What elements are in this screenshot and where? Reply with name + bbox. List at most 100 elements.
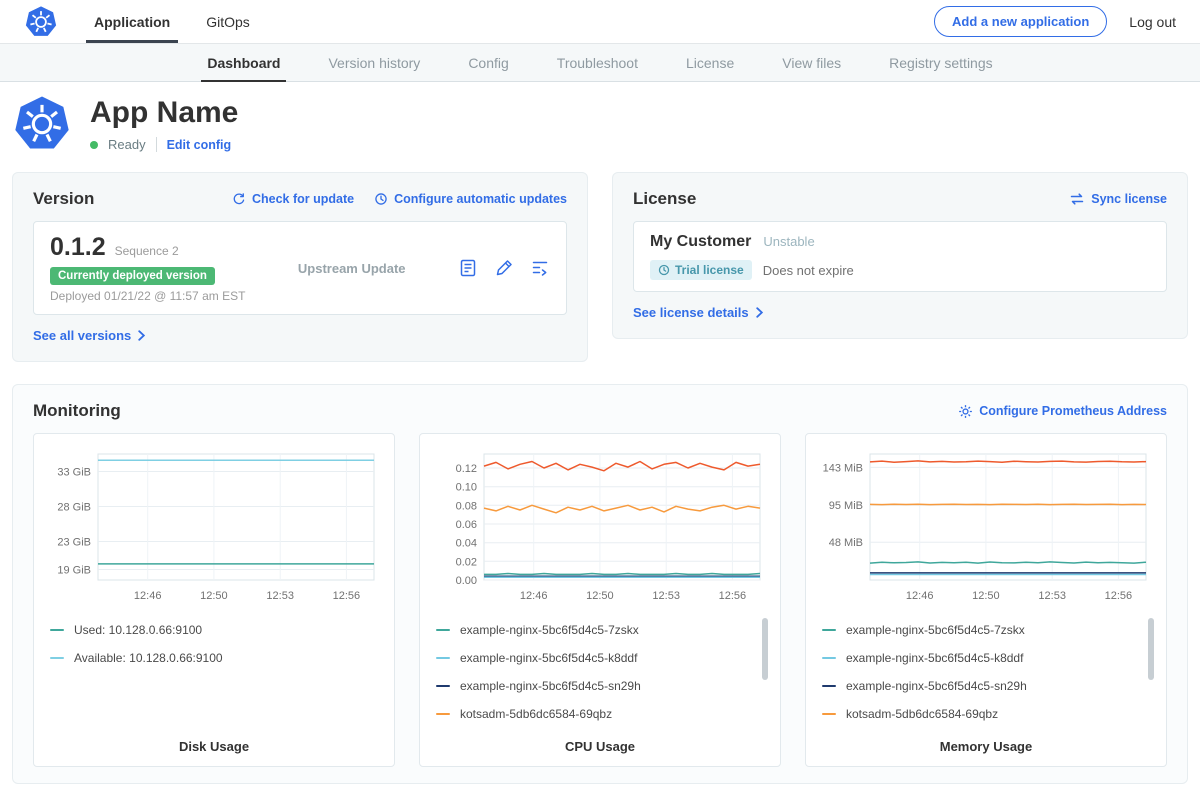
svg-text:19 GiB: 19 GiB — [57, 565, 91, 577]
topnav-tabs: Application GitOps — [76, 0, 268, 43]
configure-prometheus-label: Configure Prometheus Address — [979, 404, 1167, 418]
tab-registry-settings[interactable]: Registry settings — [865, 44, 1016, 81]
chevron-right-icon — [138, 330, 145, 341]
nav-tab-application[interactable]: Application — [76, 0, 188, 43]
sync-license-label: Sync license — [1091, 192, 1167, 206]
license-type-label: Trial license — [675, 263, 744, 277]
logout-link[interactable]: Log out — [1129, 14, 1176, 30]
legend-color-dash — [436, 713, 450, 715]
svg-text:95 MiB: 95 MiB — [829, 500, 863, 512]
see-all-versions-label: See all versions — [33, 328, 131, 343]
memory-usage-chart: 143 MiB95 MiB48 MiB12:4612:5012:5312:56 — [818, 446, 1154, 606]
cpu-usage-chart: 0.120.100.080.060.040.020.0012:4612:5012… — [432, 446, 768, 606]
svg-text:0.06: 0.06 — [456, 519, 477, 531]
see-all-versions-link[interactable]: See all versions — [33, 328, 145, 343]
sync-license-link[interactable]: Sync license — [1069, 192, 1167, 206]
add-application-button[interactable]: Add a new application — [934, 6, 1107, 37]
legend-label: example-nginx-5bc6f5d4c5-k8ddf — [846, 651, 1023, 665]
svg-text:12:46: 12:46 — [520, 590, 548, 602]
release-notes-icon[interactable] — [458, 258, 478, 278]
legend-item: example-nginx-5bc6f5d4c5-k8ddf — [822, 644, 1150, 672]
legend-label: Used: 10.128.0.66:9100 — [74, 623, 202, 637]
legend-item: example-nginx-5bc6f5d4c5-sn29h — [822, 672, 1150, 700]
disk-usage-chart: 33 GiB28 GiB23 GiB19 GiB12:4612:5012:531… — [46, 446, 382, 606]
current-version-number: 0.1.2 — [50, 233, 106, 262]
current-version-info: 0.1.2 Sequence 2 Currently deployed vers… — [50, 233, 245, 303]
legend-scrollbar[interactable] — [1148, 618, 1154, 680]
legend-color-dash — [436, 629, 450, 631]
edit-config-link[interactable]: Edit config — [167, 138, 232, 152]
disk-usage-legend: Used: 10.128.0.66:9100 Available: 10.128.… — [46, 616, 382, 730]
legend-color-dash — [436, 657, 450, 659]
customer-name: My Customer — [650, 233, 751, 251]
nav-tab-gitops[interactable]: GitOps — [188, 0, 268, 43]
svg-text:0.12: 0.12 — [456, 463, 477, 475]
legend-label: example-nginx-5bc6f5d4c5-sn29h — [460, 679, 641, 693]
see-license-details-link[interactable]: See license details — [633, 305, 763, 320]
sync-icon — [1069, 192, 1085, 206]
gear-icon — [958, 404, 973, 419]
license-card-title: License — [633, 189, 696, 209]
svg-text:12:46: 12:46 — [906, 590, 934, 602]
app-header: App Name Ready Edit config — [12, 82, 1188, 172]
tab-version-history[interactable]: Version history — [304, 44, 444, 81]
status-dot — [90, 141, 98, 149]
memory-usage-legend: example-nginx-5bc6f5d4c5-7zskx example-ng… — [818, 616, 1154, 730]
legend-color-dash — [822, 685, 836, 687]
monitoring-card-head: Monitoring Configure Prometheus Address — [33, 401, 1167, 421]
app-icon — [12, 94, 72, 154]
tab-license[interactable]: License — [662, 44, 758, 81]
refresh-icon — [232, 192, 246, 206]
topnav-left: Application GitOps — [24, 0, 268, 43]
monitoring-title: Monitoring — [33, 401, 121, 421]
app-title: App Name — [90, 96, 238, 130]
cpu-usage-panel: 0.120.100.080.060.040.020.0012:4612:5012… — [419, 433, 781, 767]
legend-label: example-nginx-5bc6f5d4c5-7zskx — [846, 623, 1025, 637]
svg-text:23 GiB: 23 GiB — [57, 537, 91, 549]
legend-item: kotsadm-5db6dc6584-69qbz — [822, 700, 1150, 728]
svg-text:28 GiB: 28 GiB — [57, 502, 91, 514]
version-card-links: Check for update Configure automatic upd… — [232, 192, 567, 206]
legend-label: Available: 10.128.0.66:9100 — [74, 651, 223, 665]
svg-text:0.08: 0.08 — [456, 500, 477, 512]
configure-prometheus-link[interactable]: Configure Prometheus Address — [958, 404, 1167, 419]
cards-row: Version Check for update Configure autom… — [12, 172, 1188, 362]
see-license-details-label: See license details — [633, 305, 749, 320]
check-for-update-link[interactable]: Check for update — [232, 192, 354, 206]
legend-label: example-nginx-5bc6f5d4c5-7zskx — [460, 623, 639, 637]
svg-text:0.02: 0.02 — [456, 556, 477, 568]
chevron-right-icon — [756, 307, 763, 318]
license-box: My Customer Unstable Trial license Does … — [633, 221, 1167, 292]
svg-text:12:53: 12:53 — [266, 590, 294, 602]
tab-troubleshoot[interactable]: Troubleshoot — [533, 44, 662, 81]
kubernetes-logo-icon[interactable] — [24, 5, 58, 39]
version-card-head: Version Check for update Configure autom… — [33, 189, 567, 209]
svg-text:12:50: 12:50 — [200, 590, 228, 602]
divider — [156, 137, 157, 152]
legend-item: example-nginx-5bc6f5d4c5-7zskx — [822, 616, 1150, 644]
tab-dashboard[interactable]: Dashboard — [183, 44, 304, 81]
legend-scrollbar[interactable] — [762, 618, 768, 680]
legend-color-dash — [436, 685, 450, 687]
svg-text:143 MiB: 143 MiB — [823, 462, 863, 474]
tab-config[interactable]: Config — [444, 44, 532, 81]
legend-item: kotsadm-5db6dc6584-69qbz — [436, 700, 764, 728]
legend-item: example-nginx-5bc6f5d4c5-sn29h — [436, 672, 764, 700]
configure-automatic-updates-link[interactable]: Configure automatic updates — [374, 192, 567, 206]
tab-view-files[interactable]: View files — [758, 44, 865, 81]
legend-label: kotsadm-5db6dc6584-69qbz — [460, 707, 612, 721]
svg-text:0.10: 0.10 — [456, 482, 477, 494]
svg-text:12:53: 12:53 — [1038, 590, 1066, 602]
svg-text:12:56: 12:56 — [333, 590, 361, 602]
legend-item: example-nginx-5bc6f5d4c5-k8ddf — [436, 644, 764, 672]
svg-text:12:56: 12:56 — [1105, 590, 1133, 602]
edit-config-icon[interactable] — [494, 258, 514, 278]
monitoring-card: Monitoring Configure Prometheus Address … — [12, 384, 1188, 784]
svg-text:12:53: 12:53 — [652, 590, 680, 602]
app-subnav: Dashboard Version history Config Trouble… — [0, 44, 1200, 82]
svg-text:0.04: 0.04 — [456, 538, 477, 550]
deployed-timestamp: Deployed 01/21/22 @ 11:57 am EST — [50, 289, 245, 303]
deploy-logs-icon[interactable] — [530, 258, 550, 278]
memory-usage-panel: 143 MiB95 MiB48 MiB12:4612:5012:5312:56 … — [805, 433, 1167, 767]
check-for-update-label: Check for update — [252, 192, 354, 206]
